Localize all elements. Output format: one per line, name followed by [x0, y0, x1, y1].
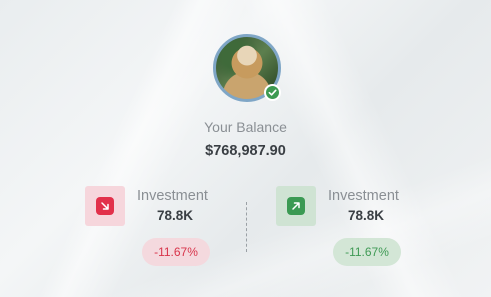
stat-label: Investment: [137, 188, 208, 204]
trend-up-icon-box: [276, 186, 316, 226]
stat-value: 78.8K: [348, 208, 385, 223]
change-badge: -11.67%: [333, 238, 401, 266]
stat-value: 78.8K: [157, 208, 194, 223]
balance-label: Your Balance: [204, 119, 287, 135]
profile-avatar-wrap[interactable]: [213, 34, 281, 102]
verified-check-icon: [264, 84, 281, 101]
stat-label: Investment: [328, 188, 399, 204]
divider: [246, 202, 247, 252]
trend-down-icon-box: [85, 186, 125, 226]
arrow-up-right-icon: [287, 197, 305, 215]
balance-value: $768,987.90: [205, 143, 286, 159]
change-badge: -11.67%: [142, 238, 210, 266]
balance-card: Your Balance $768,987.90 Investment 78.8…: [0, 0, 491, 297]
arrow-down-right-icon: [96, 197, 114, 215]
